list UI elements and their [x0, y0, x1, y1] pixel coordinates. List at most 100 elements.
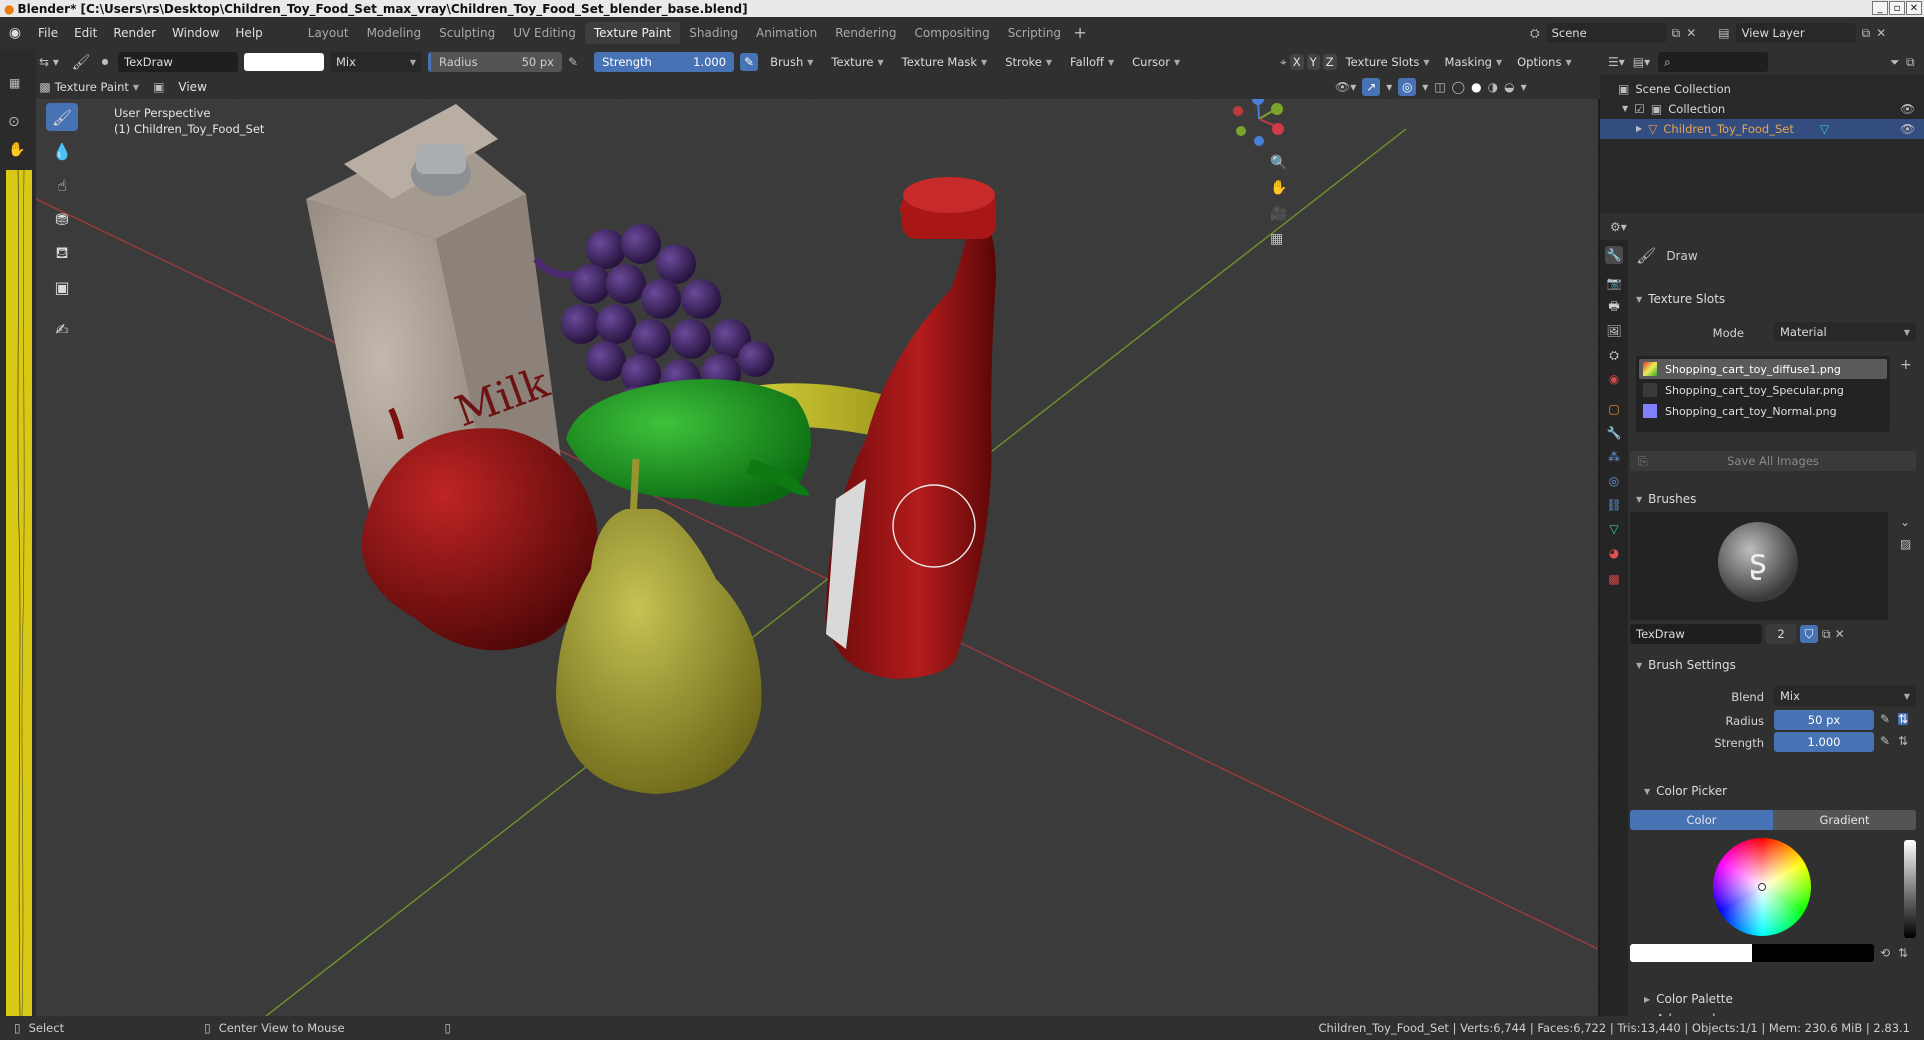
object-visibility-icon[interactable]: 👁 [1900, 123, 1915, 135]
tab-modeling[interactable]: Modeling [358, 22, 431, 44]
collection-visibility-icon[interactable]: 👁 [1900, 103, 1915, 115]
texture-slots-panel-header[interactable]: ▼ Texture Slots [1636, 292, 1725, 306]
unlink-brush-icon[interactable]: ✕ [1835, 628, 1845, 640]
blender-menu-icon[interactable]: ◉ [0, 26, 30, 40]
tab-world-icon[interactable]: ◉ [1605, 370, 1623, 388]
draw-tool-button[interactable]: 🖌 [46, 103, 78, 131]
tab-physics-icon[interactable]: ◎ [1605, 472, 1623, 490]
color-wheel-cursor[interactable] [1758, 883, 1766, 891]
tab-view-layer-icon[interactable]: 🖼 [1605, 322, 1623, 340]
gizmo-dropdown-icon[interactable]: ▾ [1386, 81, 1392, 93]
strength-pressure-icon[interactable]: ✎ [740, 53, 759, 71]
blend-dropdown[interactable]: Mix ▼ [1774, 686, 1916, 706]
color-tab[interactable]: Color [1630, 810, 1773, 830]
outliner-editor-type-icon[interactable]: ☰▾ [1608, 56, 1625, 68]
collection-expand-icon[interactable]: ▼ [1622, 105, 1628, 113]
tab-rendering[interactable]: Rendering [826, 22, 905, 44]
texture-slot-item[interactable]: . Shopping_cart_toy_diffuse1.png [1639, 359, 1887, 379]
tab-material-icon[interactable]: ◕ [1605, 544, 1623, 562]
secondary-color-swatch[interactable] [1752, 944, 1874, 962]
filter-icon[interactable]: ⏷ [1890, 56, 1900, 68]
brushes-panel-header[interactable]: ▼ Brushes [1636, 492, 1696, 506]
mirror-x-toggle[interactable]: X [1289, 54, 1304, 70]
annotate-tool-button[interactable]: ✍ [46, 315, 78, 343]
color-picker-panel-header[interactable]: ▼ Color Picker [1644, 784, 1727, 798]
brush-menu[interactable]: Brush ▼ [764, 52, 819, 72]
overlays-dropdown-icon[interactable]: ▾ [1422, 81, 1428, 93]
strength-unit-icon[interactable]: ⇅ [1898, 735, 1908, 747]
texture-slot-item[interactable]: . Shopping_cart_toy_Specular.png [1639, 380, 1887, 400]
new-view-layer-icon[interactable]: ⧉ [1862, 27, 1871, 39]
gizmo-toggle-icon[interactable]: ↗ [1362, 78, 1381, 96]
brush-name-field[interactable]: TexDraw [118, 52, 238, 72]
radius-value-field[interactable]: 50 px [1774, 710, 1874, 730]
menu-file[interactable]: File [30, 26, 66, 40]
fill-tool-button[interactable]: ⛾ [46, 239, 78, 267]
tab-texture-paint[interactable]: Texture Paint [584, 22, 681, 44]
new-collection-icon[interactable]: ⧉ [1906, 56, 1915, 68]
tab-constraints-icon[interactable]: ⛓ [1605, 496, 1623, 514]
delete-view-layer-icon[interactable]: ✕ [1876, 27, 1886, 39]
stroke-menu[interactable]: Stroke ▼ [999, 52, 1058, 72]
rendered-shading-icon[interactable]: ◒ [1504, 81, 1514, 93]
tab-output-icon[interactable]: 🖶 [1605, 298, 1623, 316]
duplicate-brush-icon[interactable]: ⧉ [1822, 628, 1831, 640]
radius-field[interactable]: Radius 50 px [428, 52, 562, 72]
camera-view-icon[interactable]: 🎥 [1270, 207, 1287, 221]
color-palette-panel-header[interactable]: ▶ Color Palette [1644, 992, 1733, 1006]
visibility-icon[interactable]: 👁▾ [1335, 81, 1356, 93]
zoom-icon[interactable]: 🔍 [1270, 156, 1287, 170]
close-window-button[interactable]: ✕ [1906, 1, 1922, 15]
object-expand-icon[interactable]: ▶ [1636, 125, 1642, 133]
brush-list-dropdown-icon[interactable]: ⌄ [1900, 516, 1910, 528]
primary-color-swatch[interactable] [1630, 944, 1752, 962]
strength-value-field[interactable]: 1.000 [1774, 732, 1874, 752]
tab-scene-icon[interactable]: ⛭ [1605, 346, 1623, 364]
menu-render[interactable]: Render [105, 26, 164, 40]
tab-shading[interactable]: Shading [680, 22, 747, 44]
tab-animation[interactable]: Animation [747, 22, 826, 44]
outliner-search-input[interactable]: ⌕ [1658, 52, 1769, 72]
brush-users-count[interactable]: 2 [1766, 624, 1796, 644]
tab-layout[interactable]: Layout [299, 22, 358, 44]
texture-slots-menu[interactable]: Texture Slots ▼ [1340, 52, 1436, 72]
xray-toggle-icon[interactable]: ◫ [1434, 81, 1445, 93]
solid-shading-icon[interactable]: ● [1471, 81, 1481, 93]
fake-user-shield-icon[interactable]: ⛉ [1800, 625, 1818, 643]
collection-checkbox-icon[interactable]: ☑ [1634, 103, 1645, 115]
brush-preview-area[interactable]: ʂ [1630, 512, 1888, 620]
strength-pressure-toggle-icon[interactable]: ✎ [1880, 735, 1890, 747]
cursor-menu[interactable]: Cursor ▼ [1126, 52, 1186, 72]
3d-viewport[interactable]: Milk User Perspective (1) Children_Toy_F… [36, 99, 1598, 1016]
minimize-button[interactable]: _ [1872, 1, 1888, 15]
view-menu[interactable]: View [172, 80, 212, 94]
swap-colors-icon[interactable]: ⟲ [1880, 947, 1890, 959]
mode-selector[interactable]: ▩ Texture Paint ▼ [33, 77, 145, 97]
save-all-images-button[interactable]: ⎘ Save All Images [1630, 451, 1916, 471]
radius-unit-icon[interactable]: ⇅ [1898, 713, 1909, 725]
mask-tool-button[interactable]: ▣ [46, 273, 78, 301]
texture-mask-menu[interactable]: Texture Mask ▼ [896, 52, 994, 72]
smear-tool-button[interactable]: ☝ [46, 171, 78, 199]
brush-color-swatch[interactable] [244, 53, 324, 71]
mirror-z-toggle[interactable]: Z [1322, 54, 1337, 70]
delete-scene-icon[interactable]: ✕ [1686, 27, 1696, 39]
strip-header-icon[interactable]: ▦ [9, 77, 20, 89]
mirror-y-toggle[interactable]: Y [1306, 54, 1320, 70]
view-layer-selector[interactable]: View Layer [1735, 23, 1856, 43]
display-mode-icon[interactable]: ▤▾ [1633, 56, 1650, 68]
brush-name-input[interactable]: TexDraw [1630, 624, 1762, 644]
ortho-toggle-icon[interactable]: ▦ [1270, 232, 1283, 246]
material-shading-icon[interactable]: ◑ [1488, 81, 1498, 93]
wireframe-shading-icon[interactable]: ◯ [1452, 81, 1465, 93]
outliner-scene-collection[interactable]: ▣ Scene Collection [1600, 79, 1924, 99]
maximize-button[interactable]: ▫ [1889, 1, 1905, 15]
tab-scripting[interactable]: Scripting [999, 22, 1070, 44]
new-scene-icon[interactable]: ⧉ [1672, 27, 1681, 39]
menu-help[interactable]: Help [227, 26, 270, 40]
brush-settings-panel-header[interactable]: ▼ Brush Settings [1636, 658, 1736, 672]
gradient-tab[interactable]: Gradient [1773, 810, 1916, 830]
tab-particles-icon[interactable]: ⁂ [1605, 448, 1623, 466]
menu-window[interactable]: Window [164, 26, 227, 40]
radius-pressure-icon[interactable]: ✎ [568, 56, 578, 68]
